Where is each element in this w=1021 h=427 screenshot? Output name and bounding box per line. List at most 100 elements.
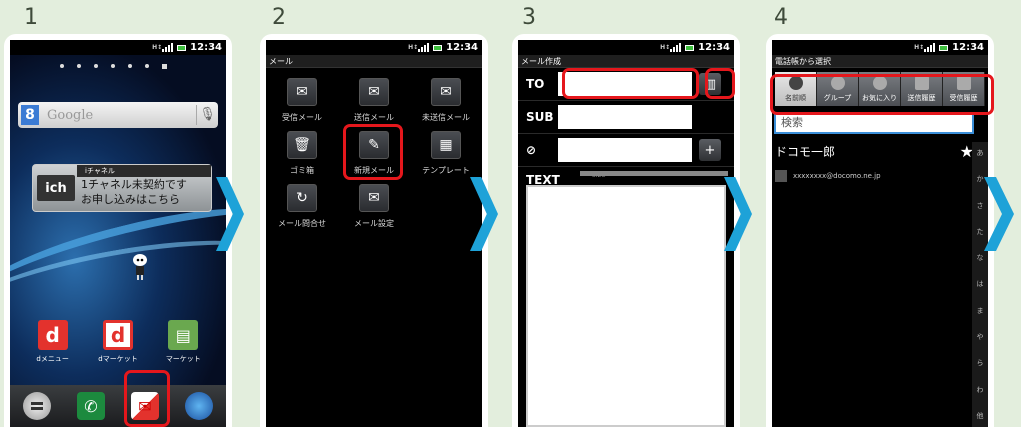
highlight-contact-tabs <box>770 74 994 115</box>
signal-icon <box>924 43 936 52</box>
microphone-icon[interactable]: 🎙 <box>196 105 218 125</box>
text-row: TEXT size <box>518 167 734 187</box>
mascot-icon[interactable] <box>130 252 150 282</box>
battery-icon <box>177 44 187 51</box>
size-meter <box>580 171 728 176</box>
settings-icon: ✉ <box>359 184 389 212</box>
sub-row: SUB <box>518 101 734 134</box>
index-item[interactable]: わ <box>977 385 984 395</box>
email-checkbox[interactable] <box>775 170 787 182</box>
signal-icon <box>670 43 682 52</box>
menu-label: メール問合せ <box>278 219 326 228</box>
network-icon: H↕ <box>152 43 163 51</box>
screen-title: 電話帳から選択 <box>772 55 988 68</box>
network-icon: H↕ <box>408 43 419 51</box>
menu-label: 送信メール <box>354 113 394 122</box>
app-label: dメニュー <box>36 355 69 363</box>
app-market[interactable]: ▤ マーケット <box>158 320 208 364</box>
menu-unsent[interactable]: ✉ 未送信メール <box>410 78 482 123</box>
trash-icon: 🗑 <box>287 131 317 159</box>
index-item[interactable]: た <box>977 227 984 237</box>
menu-mail-settings[interactable]: ✉ メール設定 <box>338 184 410 229</box>
google-logo-icon: 8 <box>21 105 39 125</box>
screen-title: メール <box>266 55 482 68</box>
step-2-frame: H↕ 12:34 メール ✉ 受信メール ✉ 送信メール ✉ 未送信メール 🗑 ゴミ箱 … <box>260 34 488 427</box>
menu-label: ゴミ箱 <box>290 166 314 175</box>
market-icon: ▤ <box>168 320 199 350</box>
index-item[interactable]: ら <box>977 358 984 368</box>
ichannel-logo: ich <box>37 175 75 201</box>
status-time: 12:34 <box>446 42 478 53</box>
step-1-frame: H↕ 12:34 8 Google 🎙 ich iチャネル 1チャネル未契約です… <box>4 34 232 427</box>
menu-inbox[interactable]: ✉ 受信メール <box>266 78 338 123</box>
menu-trash[interactable]: 🗑 ゴミ箱 <box>266 131 338 176</box>
menu-sent[interactable]: ✉ 送信メール <box>338 78 410 123</box>
body-textarea[interactable] <box>526 185 726 427</box>
screen-title: メール作成 <box>518 55 734 68</box>
app-dmarket[interactable]: d dマーケット <box>93 320 143 364</box>
step-number-2: 2 <box>272 5 286 30</box>
attach-row: ⊘ + <box>518 134 734 167</box>
menu-mail-inquiry[interactable]: ↻ メール問合せ <box>266 184 338 229</box>
status-time: 12:34 <box>698 42 730 53</box>
index-item[interactable]: か <box>977 174 984 184</box>
email-row[interactable]: xxxxxxxx@docomo.ne.jp <box>772 170 988 182</box>
network-icon: H↕ <box>660 43 671 51</box>
signal-icon <box>418 43 430 52</box>
unsent-icon: ✉ <box>431 78 461 106</box>
attachment-field[interactable] <box>558 138 692 162</box>
dmenu-icon: d <box>37 320 68 350</box>
browser-icon[interactable] <box>185 392 213 420</box>
contact-row[interactable]: ドコモ一郎 ★ <box>772 138 974 164</box>
attach-icon[interactable]: ⊘ <box>518 143 554 157</box>
highlight-mail-icon <box>124 370 170 427</box>
menu-label: 未送信メール <box>422 113 470 122</box>
app-label: マーケット <box>165 355 201 363</box>
status-bar: H↕ 12:34 <box>266 40 482 55</box>
status-time: 12:34 <box>952 42 984 53</box>
dock: ✆ ✉ <box>10 385 226 427</box>
page-indicator <box>60 64 167 69</box>
index-item[interactable]: な <box>977 253 984 263</box>
step-3-frame: H↕ 12:34 メール作成 TO ▥ SUB ⊘ + TEXT size <box>512 34 740 427</box>
sent-icon: ✉ <box>359 78 389 106</box>
battery-icon <box>685 44 695 51</box>
status-bar: H↕ 12:34 <box>772 40 988 55</box>
index-item[interactable]: は <box>977 279 984 289</box>
contact-search-input[interactable]: 検索 <box>774 112 974 134</box>
menu-label: 受信メール <box>282 113 322 122</box>
highlight-addressbook-button <box>705 68 735 99</box>
add-attachment-button[interactable]: + <box>699 139 721 161</box>
menu-template[interactable]: ▦ テンプレート <box>410 131 482 176</box>
google-search-widget[interactable]: 8 Google 🎙 <box>18 102 218 128</box>
step-number-1: 1 <box>24 5 38 30</box>
dmarket-icon: d <box>102 320 133 350</box>
step-number-3: 3 <box>522 5 536 30</box>
network-icon: H↕ <box>914 43 925 51</box>
index-item[interactable]: さ <box>977 201 984 211</box>
index-item[interactable]: あ <box>977 148 984 158</box>
highlight-new-mail <box>343 124 403 180</box>
contact-email: xxxxxxxx@docomo.ne.jp <box>793 172 881 180</box>
widget-line-1: 1チャネル未契約です <box>81 178 187 191</box>
widget-title: iチャネル <box>77 165 211 177</box>
subject-field[interactable] <box>558 105 692 129</box>
menu-label: テンプレート <box>422 166 470 175</box>
status-time: 12:34 <box>190 42 222 53</box>
index-item[interactable]: や <box>977 332 984 342</box>
contact-name: ドコモ一郎 <box>775 144 836 159</box>
step-number-4: 4 <box>774 5 788 30</box>
status-bar: H↕ 12:34 <box>518 40 734 55</box>
inquiry-icon: ↻ <box>287 184 317 212</box>
index-item[interactable]: 他 <box>977 411 984 421</box>
highlight-to-field <box>562 68 699 99</box>
widget-line-2: お申し込みはこちら <box>81 193 180 206</box>
battery-icon <box>433 44 443 51</box>
home-app-row: d dメニュー d dマーケット ▤ マーケット <box>10 320 226 364</box>
ichannel-widget[interactable]: ich iチャネル 1チャネル未契約です お申し込みはこちら <box>32 164 212 212</box>
app-dmenu[interactable]: d dメニュー <box>28 320 78 364</box>
app-drawer-icon[interactable] <box>23 392 51 420</box>
index-item[interactable]: ま <box>977 306 984 316</box>
phone-icon[interactable]: ✆ <box>77 392 105 420</box>
kana-index-bar[interactable]: あ か さ た な は ま や ら わ 他 <box>972 142 988 427</box>
